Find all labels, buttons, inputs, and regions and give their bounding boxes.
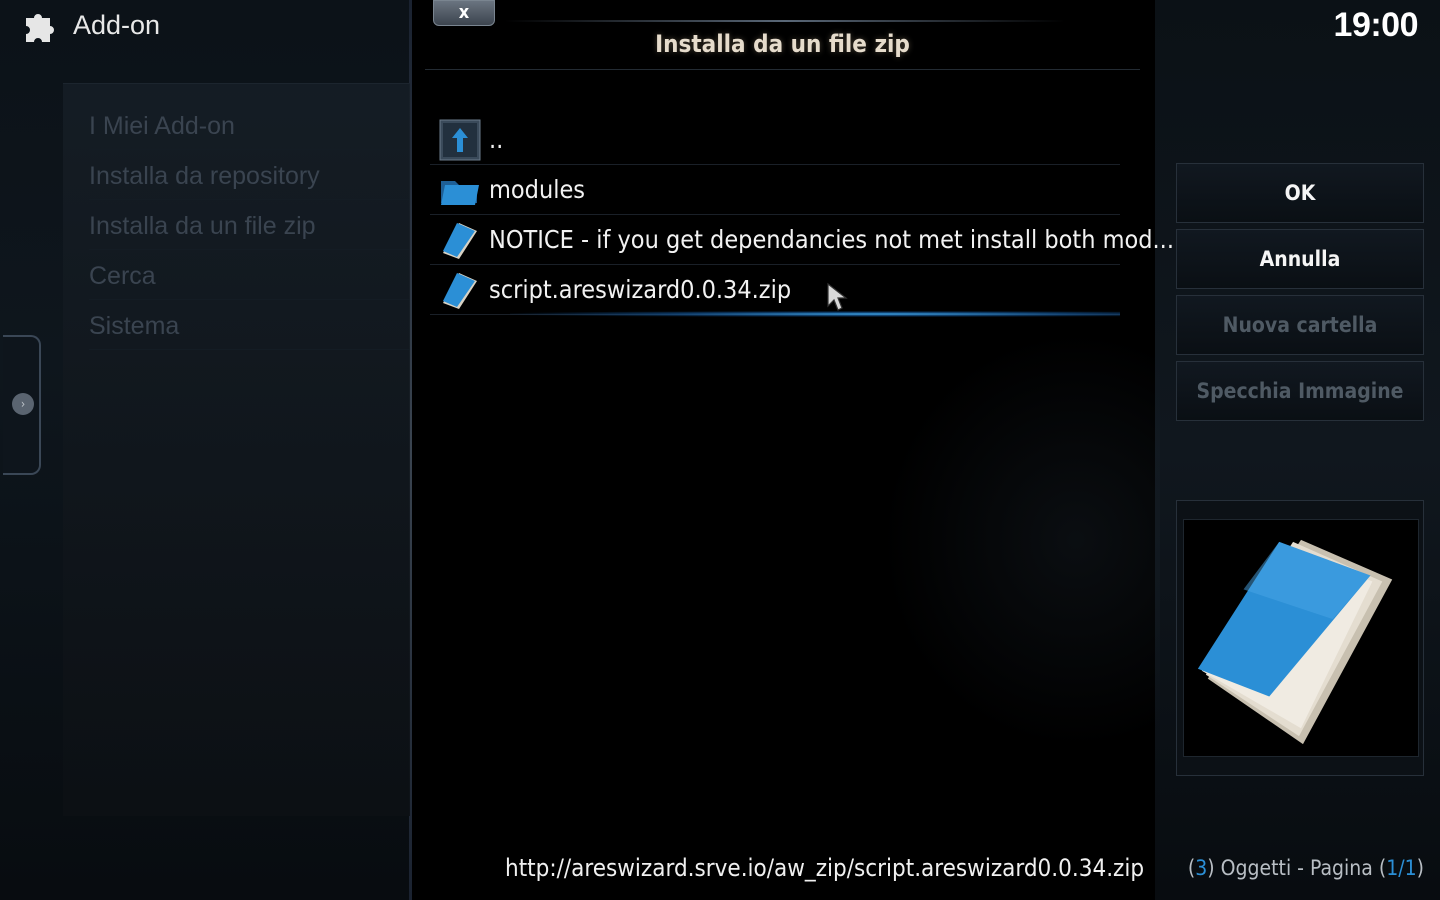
preview-image bbox=[1183, 519, 1419, 757]
dialog-title: Installa da un file zip bbox=[655, 30, 910, 58]
file-row-parent[interactable]: .. bbox=[430, 115, 1120, 165]
file-row-notice[interactable]: NOTICE - if you get dependancies not met… bbox=[430, 215, 1174, 265]
cancel-button[interactable]: Annulla bbox=[1176, 229, 1424, 289]
file-label: NOTICE - if you get dependancies not met… bbox=[489, 225, 1174, 254]
chevron-right-icon: › bbox=[12, 393, 34, 415]
ok-button[interactable]: OK bbox=[1176, 163, 1424, 223]
file-row-areswizard[interactable]: script.areswizard0.0.34.zip bbox=[430, 265, 1120, 317]
preview-panel bbox=[1176, 500, 1424, 776]
mouse-cursor-icon bbox=[827, 282, 848, 311]
menu-item-my-addons[interactable]: I Miei Add-on bbox=[89, 102, 409, 150]
menu-item-install-from-repository[interactable]: Installa da repository bbox=[89, 152, 409, 200]
items-page-label: Oggetti - Pagina bbox=[1220, 856, 1373, 880]
file-label: .. bbox=[489, 125, 504, 154]
folder-icon bbox=[441, 181, 479, 205]
zip-file-icon bbox=[443, 223, 477, 259]
menu-item-install-from-zip[interactable]: Installa da un file zip bbox=[89, 202, 409, 250]
side-menu-tab[interactable]: › bbox=[3, 335, 41, 475]
page-info: (3) Oggetti - Pagina (1/1) bbox=[1187, 856, 1424, 880]
file-path: http://areswizard.srve.io/aw_zip/script.… bbox=[505, 854, 1145, 882]
file-row-modules[interactable]: modules bbox=[430, 165, 1120, 215]
puzzle-icon bbox=[26, 14, 54, 42]
file-label: script.areswizard0.0.34.zip bbox=[489, 275, 792, 304]
left-menu: I Miei Add-on Installa da repository Ins… bbox=[63, 83, 410, 816]
file-label: modules bbox=[489, 175, 586, 204]
background-decoration bbox=[880, 330, 1160, 750]
zip-file-icon bbox=[443, 273, 477, 309]
zip-file-icon bbox=[1197, 539, 1393, 745]
menu-item-system[interactable]: Sistema bbox=[89, 302, 409, 350]
app-header: Add-on bbox=[0, 0, 412, 60]
menu-item-search[interactable]: Cerca bbox=[89, 252, 409, 300]
dialog-titlebar: Installa da un file zip bbox=[425, 20, 1140, 70]
mirror-image-button[interactable]: Specchia Immagine bbox=[1176, 361, 1424, 421]
app-title: Add-on bbox=[73, 10, 161, 40]
new-folder-button[interactable]: Nuova cartella bbox=[1176, 295, 1424, 355]
parent-folder-icon bbox=[439, 119, 481, 161]
page-number: 1/1 bbox=[1386, 856, 1417, 880]
item-count: 3 bbox=[1195, 856, 1208, 880]
clock: 19:00 bbox=[1333, 6, 1419, 44]
